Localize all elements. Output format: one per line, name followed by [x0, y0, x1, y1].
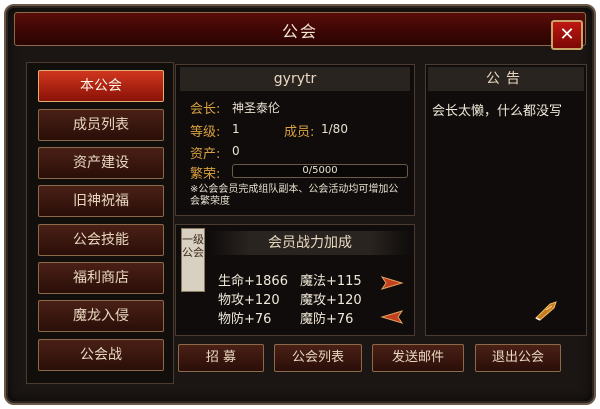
stat-mag-atk: 魔攻+120	[300, 293, 362, 308]
prosperity-note: ※公会会员完成组队副本、公会活动均可增加公会繁荣度	[190, 184, 399, 207]
assets-value: 0	[232, 144, 240, 158]
arrow-right-icon[interactable]	[380, 274, 404, 292]
members-label: 成员:	[284, 125, 315, 140]
sidebar-item-shop[interactable]: 福利商店	[38, 262, 164, 294]
level-label: 等级:	[190, 125, 221, 140]
recruit-button[interactable]: 招 募	[178, 344, 264, 372]
sidebar-item-blessing[interactable]: 旧神祝福	[38, 185, 164, 217]
window-title: 公会	[281, 22, 318, 41]
sidebar-item-dragon-invasion[interactable]: 魔龙入侵	[38, 300, 164, 332]
prosperity-value: 0/5000	[302, 165, 338, 176]
quill-edit-icon[interactable]	[532, 298, 560, 322]
sidebar-item-members[interactable]: 成员列表	[38, 109, 164, 141]
send-mail-button[interactable]: 发送邮件	[372, 344, 464, 372]
assets-label: 资产:	[190, 147, 221, 162]
prosperity-label: 繁荣:	[190, 167, 221, 182]
close-button[interactable]: ✕	[551, 20, 583, 50]
bonus-title: 会员战力加成	[210, 231, 410, 255]
sidebar-item-my-guild[interactable]: 本公会	[38, 70, 164, 102]
stat-mag-def: 魔防+76	[300, 312, 354, 327]
sidebar-item-skills[interactable]: 公会技能	[38, 224, 164, 256]
guild-tier-ribbon: 一级公会	[181, 228, 205, 292]
guild-name: gyrytr	[180, 67, 410, 91]
stat-phys-def: 物防+76	[218, 312, 272, 327]
leader-value: 神圣泰伦	[232, 101, 281, 115]
notice-title: 公告	[428, 67, 584, 91]
stat-mp: 魔法+115	[300, 274, 362, 289]
leave-guild-button[interactable]: 退出公会	[475, 344, 561, 372]
sidebar-item-guild-war[interactable]: 公会战	[38, 339, 164, 371]
arrow-left-icon[interactable]	[380, 308, 404, 326]
stat-hp: 生命+1866	[218, 274, 288, 289]
sidebar-item-assets[interactable]: 资产建设	[38, 147, 164, 179]
leader-label: 会长:	[190, 102, 221, 117]
stat-phys-atk: 物攻+120	[218, 293, 280, 308]
notice-text: 会长太懒，什么都没写	[432, 104, 563, 119]
level-value: 1	[232, 122, 240, 136]
guild-list-button[interactable]: 公会列表	[274, 344, 362, 372]
members-value: 1/80	[321, 122, 348, 136]
